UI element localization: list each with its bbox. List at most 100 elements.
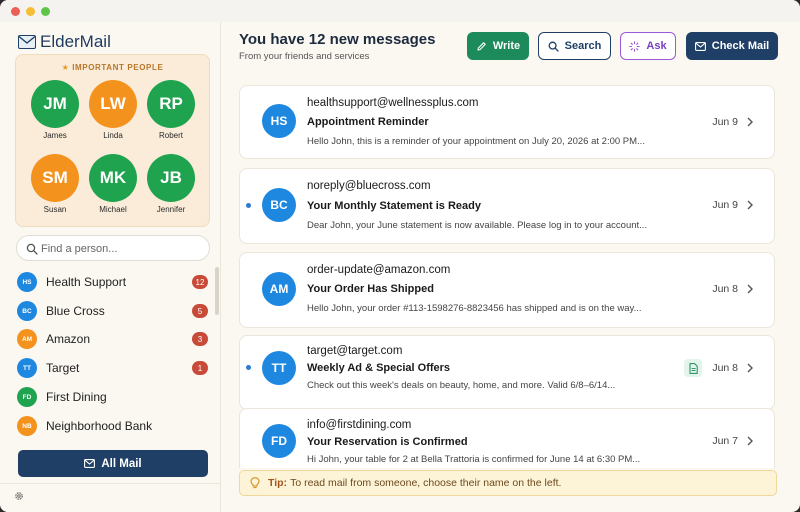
page-title: You have 12 new messages bbox=[239, 31, 436, 48]
envelope-logo-icon bbox=[18, 35, 36, 49]
chevron-right-icon bbox=[747, 117, 753, 127]
message-subject: Your Monthly Statement is Ready bbox=[307, 200, 481, 212]
minimize-window-button[interactable] bbox=[26, 7, 35, 16]
message-from: healthsupport@wellnessplus.com bbox=[307, 97, 479, 109]
person-name: James bbox=[43, 131, 67, 140]
all-mail-button[interactable]: All Mail bbox=[18, 450, 208, 477]
sender-avatar: BC bbox=[262, 188, 296, 222]
sender-name: Neighborhood Bank bbox=[46, 419, 153, 433]
person-name: Susan bbox=[43, 205, 67, 214]
chevron-right-icon bbox=[747, 200, 753, 210]
chevron-right-icon bbox=[747, 436, 753, 446]
message-preview: Hello John, your order #113-1598276-8823… bbox=[307, 303, 642, 314]
person-avatar: SM bbox=[31, 154, 79, 202]
sender-item-first-dining[interactable]: FD First Dining bbox=[17, 385, 207, 409]
star-icon: ★ bbox=[61, 63, 70, 72]
find-person-field[interactable] bbox=[16, 235, 210, 261]
person-avatar: LW bbox=[89, 80, 137, 128]
close-window-button[interactable] bbox=[11, 7, 20, 16]
important-person-robert[interactable]: RP Robert bbox=[142, 80, 200, 140]
message-from: order-update@amazon.com bbox=[307, 264, 451, 276]
app-logo: ElderMail bbox=[18, 32, 111, 52]
envelope-icon bbox=[694, 41, 706, 51]
gear-icon[interactable] bbox=[14, 491, 24, 501]
sender-item-neighborhood-bank[interactable]: NB Neighborhood Bank bbox=[17, 414, 207, 438]
sender-avatar: NB bbox=[17, 416, 37, 436]
important-person-susan[interactable]: SM Susan bbox=[26, 154, 84, 214]
sender-avatar: FD bbox=[17, 387, 37, 407]
sender-avatar: TT bbox=[262, 351, 296, 385]
unread-dot bbox=[246, 203, 251, 208]
important-person-linda[interactable]: LW Linda bbox=[84, 80, 142, 140]
sender-item-health-support[interactable]: HS Health Support 12 bbox=[17, 270, 208, 294]
sidebar: ElderMail ★ IMPORTANT PEOPLE JM James LW… bbox=[0, 22, 221, 512]
message-card[interactable]: TT target@target.com Weekly Ad & Special… bbox=[239, 335, 775, 410]
pencil-icon bbox=[477, 41, 486, 51]
important-people-panel: ★ IMPORTANT PEOPLE JM James LW Linda RP … bbox=[15, 54, 210, 227]
sender-avatar: HS bbox=[17, 272, 37, 292]
sender-avatar: AM bbox=[262, 272, 296, 306]
search-icon bbox=[548, 41, 559, 52]
chevron-right-icon bbox=[747, 363, 753, 373]
message-subject: Appointment Reminder bbox=[307, 116, 429, 128]
lightbulb-icon bbox=[250, 477, 260, 489]
person-avatar: JM bbox=[31, 80, 79, 128]
sender-avatar: HS bbox=[262, 104, 296, 138]
ask-button[interactable]: Ask bbox=[620, 32, 676, 60]
message-date: Jun 9 bbox=[712, 116, 738, 128]
sender-avatar: BC bbox=[17, 301, 37, 321]
unread-count-badge: 3 bbox=[192, 332, 208, 346]
message-date: Jun 8 bbox=[712, 362, 738, 374]
write-label: Write bbox=[492, 40, 521, 52]
all-mail-label: All Mail bbox=[101, 457, 142, 470]
person-name: Linda bbox=[103, 131, 123, 140]
message-preview: Hi John, your table for 2 at Bella Tratt… bbox=[307, 454, 641, 465]
search-button[interactable]: Search bbox=[538, 32, 611, 60]
zoom-window-button[interactable] bbox=[41, 7, 50, 16]
attachment-icon bbox=[684, 359, 702, 377]
message-card[interactable]: AM order-update@amazon.com Your Order Ha… bbox=[239, 252, 775, 328]
message-from: target@target.com bbox=[307, 345, 403, 357]
message-card[interactable]: FD info@firstdining.com Your Reservation… bbox=[239, 408, 775, 468]
chevron-right-icon bbox=[747, 284, 753, 294]
title-bar bbox=[0, 0, 800, 22]
sender-name: Health Support bbox=[46, 275, 127, 289]
message-date: Jun 8 bbox=[712, 283, 738, 295]
write-button[interactable]: Write bbox=[467, 32, 529, 60]
message-card[interactable]: BC noreply@bluecross.com Your Monthly St… bbox=[239, 168, 775, 244]
unread-dot bbox=[246, 365, 251, 370]
message-card[interactable]: HS healthsupport@wellnessplus.com Appoin… bbox=[239, 85, 775, 159]
person-avatar: MK bbox=[89, 154, 137, 202]
envelope-icon bbox=[84, 459, 96, 468]
sender-name: Blue Cross bbox=[46, 304, 105, 318]
sender-list-scrollbar[interactable] bbox=[215, 267, 219, 315]
important-person-jennifer[interactable]: JB Jennifer bbox=[142, 154, 200, 214]
message-from: info@firstdining.com bbox=[307, 419, 412, 431]
search-icon bbox=[26, 243, 38, 255]
message-date: Jun 7 bbox=[712, 435, 738, 447]
sender-name: First Dining bbox=[46, 390, 107, 404]
app-window: ElderMail ★ IMPORTANT PEOPLE JM James LW… bbox=[0, 0, 800, 512]
unread-count-badge: 1 bbox=[192, 361, 208, 375]
sender-item-target[interactable]: TT Target 1 bbox=[17, 356, 208, 380]
message-subject: Your Reservation is Confirmed bbox=[307, 436, 468, 448]
important-person-michael[interactable]: MK Michael bbox=[84, 154, 142, 214]
sparkle-icon bbox=[629, 40, 641, 52]
check-mail-button[interactable]: Check Mail bbox=[686, 32, 778, 60]
message-subject: Weekly Ad & Special Offers bbox=[307, 362, 451, 374]
find-person-input[interactable] bbox=[41, 240, 201, 258]
message-date: Jun 9 bbox=[712, 199, 738, 211]
person-avatar: RP bbox=[147, 80, 195, 128]
main-panel: You have 12 new messages From your frien… bbox=[222, 22, 800, 512]
sender-item-blue-cross[interactable]: BC Blue Cross 5 bbox=[17, 299, 208, 323]
sender-avatar: AM bbox=[17, 329, 37, 349]
unread-count-badge: 5 bbox=[192, 304, 208, 318]
divider bbox=[0, 483, 221, 484]
sender-item-amazon[interactable]: AM Amazon 3 bbox=[17, 327, 208, 351]
tip-label: Tip: bbox=[268, 477, 288, 489]
person-name: Robert bbox=[158, 131, 183, 140]
important-person-james[interactable]: JM James bbox=[26, 80, 84, 140]
person-avatar: JB bbox=[147, 154, 195, 202]
message-preview: Hello John, this is a reminder of your a… bbox=[307, 136, 645, 147]
person-name: Michael bbox=[99, 205, 127, 214]
